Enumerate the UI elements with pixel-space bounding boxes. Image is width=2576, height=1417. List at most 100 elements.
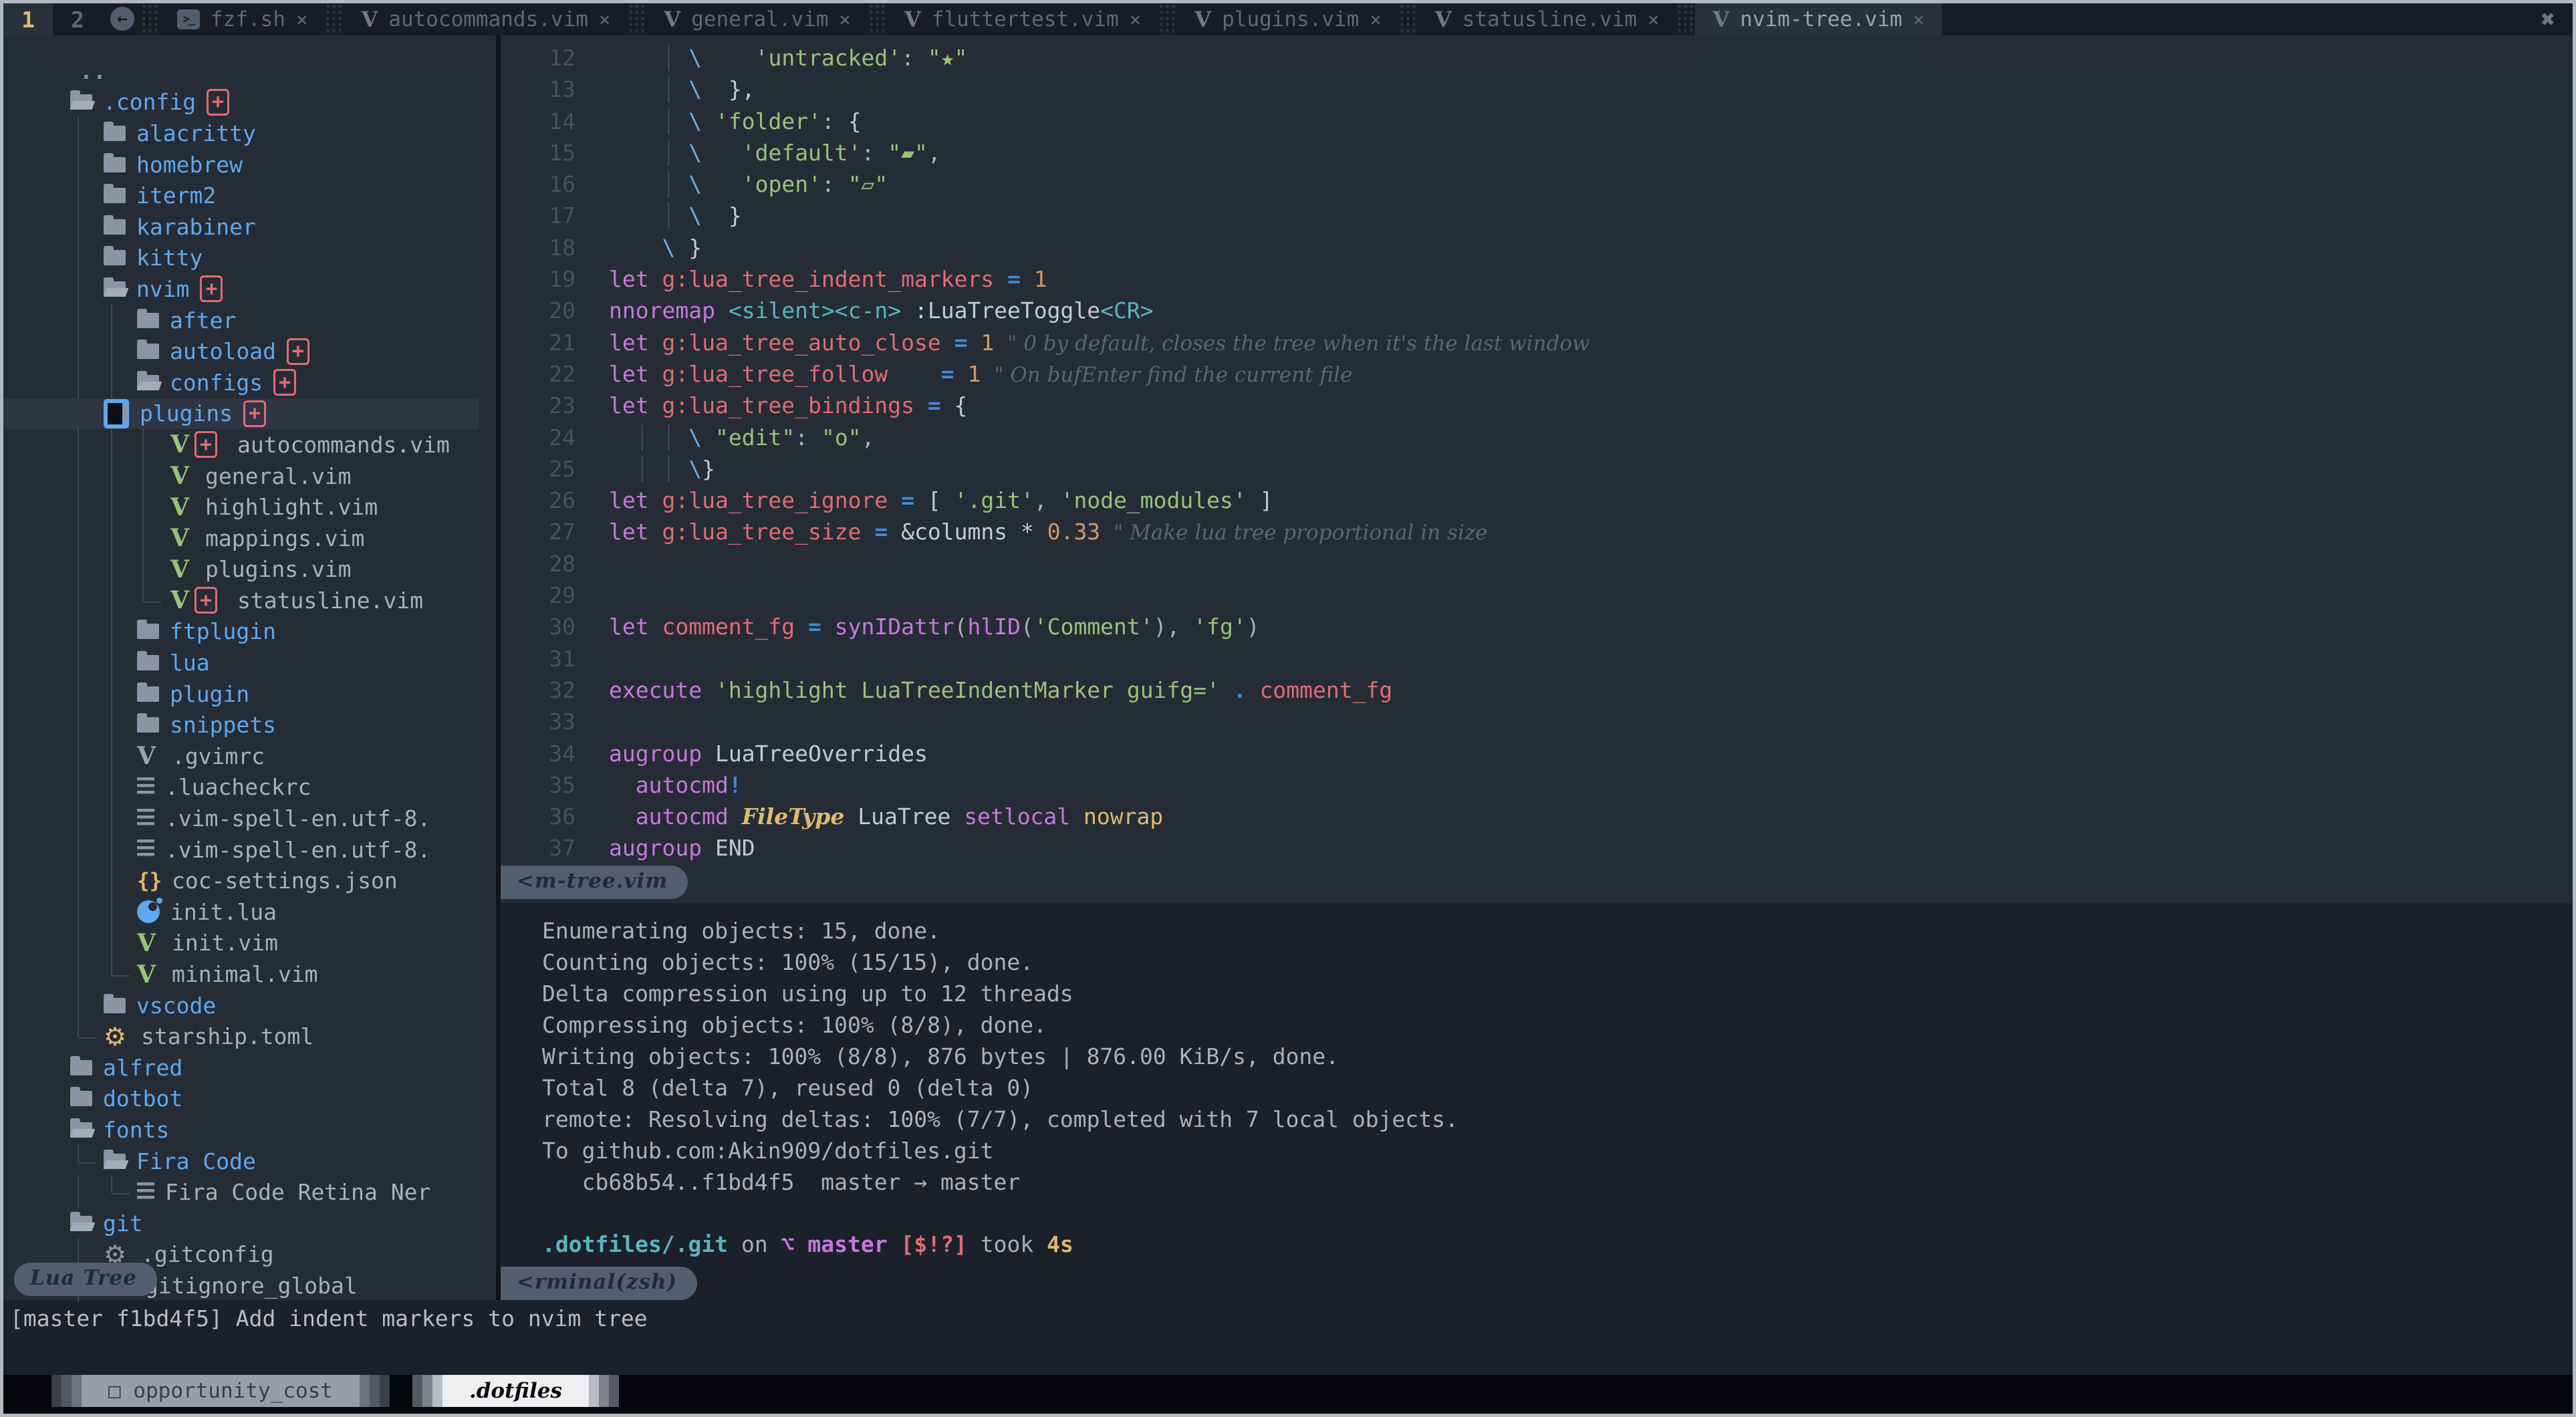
- tree-item-fonts[interactable]: fonts: [3, 1114, 496, 1146]
- code-line[interactable]: 36 autocmd FileType LuaTree setlocal now…: [501, 801, 2573, 832]
- code-token: g:lua_tree_follow: [662, 361, 888, 387]
- tab-close-icon[interactable]: ×: [1913, 8, 1924, 31]
- terminal-output: Enumerating objects: 15, done.Counting o…: [542, 915, 2573, 1198]
- tree-item-statusline-vim[interactable]: V+statusline.vim: [3, 585, 496, 616]
- code-text: let comment_fg = synIDattr(hlID('Comment…: [609, 614, 1260, 640]
- tree-item-coc-settings-json[interactable]: {}coc-settings.json: [3, 865, 496, 896]
- tab-fzf.sh[interactable]: >_fzf.sh×: [160, 3, 325, 35]
- tab-close-icon[interactable]: ×: [1130, 8, 1141, 31]
- tree-indent-guide: [142, 553, 144, 586]
- tree-item-git[interactable]: git: [3, 1208, 496, 1239]
- code-line[interactable]: 24 │ │ \ "edit": "o",: [501, 422, 2573, 453]
- tab-fluttertest.vim[interactable]: Vfluttertest.vim×: [887, 3, 1158, 35]
- tab-close-icon[interactable]: ×: [296, 8, 307, 31]
- tree-item--vim-spell-en-utf-8-[interactable]: .vim-spell-en.utf-8.: [3, 803, 496, 834]
- tree-item-label: homebrew: [136, 152, 243, 178]
- tree-item-fira-code[interactable]: Fira Code: [3, 1146, 496, 1177]
- code-line[interactable]: 14 │ \ 'folder': {: [501, 106, 2573, 137]
- tree-item-alacritty[interactable]: alacritty: [3, 118, 496, 149]
- tab-number-1[interactable]: 1: [3, 3, 53, 35]
- pane-separator[interactable]: [496, 35, 501, 1300]
- tab-nvim-tree.vim[interactable]: Vnvim-tree.vim×: [1695, 3, 1942, 35]
- tab-plugins.vim[interactable]: Vplugins.vim×: [1177, 3, 1399, 35]
- tree-item-snippets[interactable]: snippets: [3, 709, 496, 741]
- code-token: │: [662, 108, 675, 134]
- tree-item-vscode[interactable]: vscode: [3, 990, 496, 1021]
- history-back-icon[interactable]: ←: [110, 7, 134, 31]
- tree-item-kitty[interactable]: kitty: [3, 243, 496, 274]
- code-line[interactable]: 37augroup END: [501, 832, 2573, 864]
- code-line[interactable]: 23let g:lua_tree_bindings = {: [501, 390, 2573, 421]
- tree-item-plugins-vim[interactable]: Vplugins.vim: [3, 554, 496, 586]
- tree-item--config[interactable]: .config+: [3, 87, 496, 118]
- code-line[interactable]: 26let g:lua_tree_ignore = [ '.git', 'nod…: [501, 485, 2573, 516]
- code-editor[interactable]: 12 │ \ 'untracked': "★"13 │ \ },14 │ \ '…: [501, 35, 2573, 864]
- tree-item--gvimrc[interactable]: V.gvimrc: [3, 741, 496, 772]
- code-line[interactable]: 13 │ \ },: [501, 74, 2573, 105]
- tree-item--vim-spell-en-utf-8-[interactable]: .vim-spell-en.utf-8.: [3, 834, 496, 866]
- code-line[interactable]: 16 │ \ 'open': "▱": [501, 168, 2573, 200]
- tree-item-lua[interactable]: lua: [3, 647, 496, 678]
- tmux-window-dotfiles[interactable]: .dotfiles: [442, 1375, 589, 1407]
- tab-statusline.vim[interactable]: Vstatusline.vim×: [1418, 3, 1677, 35]
- tree-item-autoload[interactable]: autoload+: [3, 336, 496, 367]
- tree-item--luacheckrc[interactable]: .luacheckrc: [3, 772, 496, 803]
- tree-item-init-lua[interactable]: init.lua: [3, 896, 496, 928]
- code-line[interactable]: 12 │ \ 'untracked': "★": [501, 42, 2573, 74]
- tab-close-icon[interactable]: ×: [599, 8, 610, 31]
- tmux-window-opportunity-cost[interactable]: □ opportunity_cost: [82, 1375, 360, 1407]
- tree-item-starship-toml[interactable]: ⚙starship.toml: [3, 1021, 496, 1052]
- prompt-cursor-line[interactable]: ❯: [542, 1260, 2573, 1291]
- tree-item-after[interactable]: after: [3, 305, 496, 336]
- tab-close-icon[interactable]: ×: [840, 8, 851, 31]
- code-line[interactable]: 30let comment_fg = synIDattr(hlID('Comme…: [501, 611, 2573, 642]
- tree-item-dotbot[interactable]: dotbot: [3, 1083, 496, 1115]
- tab-close-icon[interactable]: ×: [1370, 8, 1381, 31]
- code-line[interactable]: 18 \ }: [501, 232, 2573, 263]
- tab-number-2[interactable]: 2: [53, 3, 102, 35]
- tree-item-init-vim[interactable]: Vinit.vim: [3, 928, 496, 959]
- code-line[interactable]: 28: [501, 548, 2573, 579]
- terminal-pane[interactable]: Enumerating objects: 15, done.Counting o…: [501, 903, 2573, 1300]
- tree-item-ftplugin[interactable]: ftplugin: [3, 616, 496, 648]
- code-line[interactable]: 35 autocmd!: [501, 769, 2573, 801]
- code-line[interactable]: 34augroup LuaTreeOverrides: [501, 738, 2573, 769]
- tree-item-configs[interactable]: configs+: [3, 367, 496, 398]
- close-all-icon[interactable]: ✖: [2541, 6, 2573, 33]
- code-line[interactable]: 33: [501, 706, 2573, 737]
- tree-item-karabiner[interactable]: karabiner: [3, 211, 496, 243]
- tree-item-iterm2[interactable]: iterm2: [3, 180, 496, 211]
- tree-item-mappings-vim[interactable]: Vmappings.vim: [3, 523, 496, 554]
- tree-item-nvim[interactable]: nvim+: [3, 273, 496, 305]
- tree-corner-guide: [111, 957, 130, 977]
- tree-item-highlight-vim[interactable]: Vhighlight.vim: [3, 491, 496, 523]
- code-line[interactable]: 17 │ \ }: [501, 200, 2573, 231]
- folder-icon: [137, 686, 159, 702]
- code-token: [1070, 803, 1083, 829]
- tree-item-fira-code-retina-ner[interactable]: Fira Code Retina Ner: [3, 1176, 496, 1208]
- code-line[interactable]: 29: [501, 579, 2573, 611]
- code-line[interactable]: 19let g:lua_tree_indent_markers = 1: [501, 263, 2573, 295]
- code-line[interactable]: 21let g:lua_tree_auto_close = 1 " 0 by d…: [501, 327, 2573, 358]
- tree-item-homebrew[interactable]: homebrew: [3, 149, 496, 180]
- code-token: :: [901, 45, 928, 71]
- code-line[interactable]: 32execute 'highlight LuaTreeIndentMarker…: [501, 674, 2573, 706]
- code-line[interactable]: 22let g:lua_tree_follow = 1 " On bufEnte…: [501, 358, 2573, 390]
- code-line[interactable]: 15 │ \ 'default': "▰",: [501, 137, 2573, 168]
- code-line[interactable]: 31: [501, 643, 2573, 674]
- code-line[interactable]: 25 │ │ \}: [501, 453, 2573, 485]
- code-line[interactable]: 27let g:lua_tree_size = &columns * 0.33 …: [501, 516, 2573, 547]
- tree-item--[interactable]: ..: [3, 55, 496, 87]
- tree-item-minimal-vim[interactable]: Vminimal.vim: [3, 958, 496, 990]
- tab-autocommands.vim[interactable]: Vautocommands.vim×: [344, 3, 628, 35]
- tab-general.vim[interactable]: Vgeneral.vim×: [646, 3, 868, 35]
- tree-item-autocommands-vim[interactable]: V+autocommands.vim: [3, 429, 496, 461]
- tab-close-icon[interactable]: ×: [1648, 8, 1659, 31]
- tree-item-plugin[interactable]: plugin: [3, 678, 496, 710]
- code-token: "▱": [848, 171, 888, 197]
- tree-item-general-vim[interactable]: Vgeneral.vim: [3, 461, 496, 492]
- tree-item-plugins[interactable]: plugins+: [3, 398, 479, 430]
- tree-item-alfred[interactable]: alfred: [3, 1052, 496, 1083]
- code-line[interactable]: 20nnoremap <silent><c-n> :LuaTreeToggle<…: [501, 295, 2573, 326]
- code-token: [675, 45, 688, 71]
